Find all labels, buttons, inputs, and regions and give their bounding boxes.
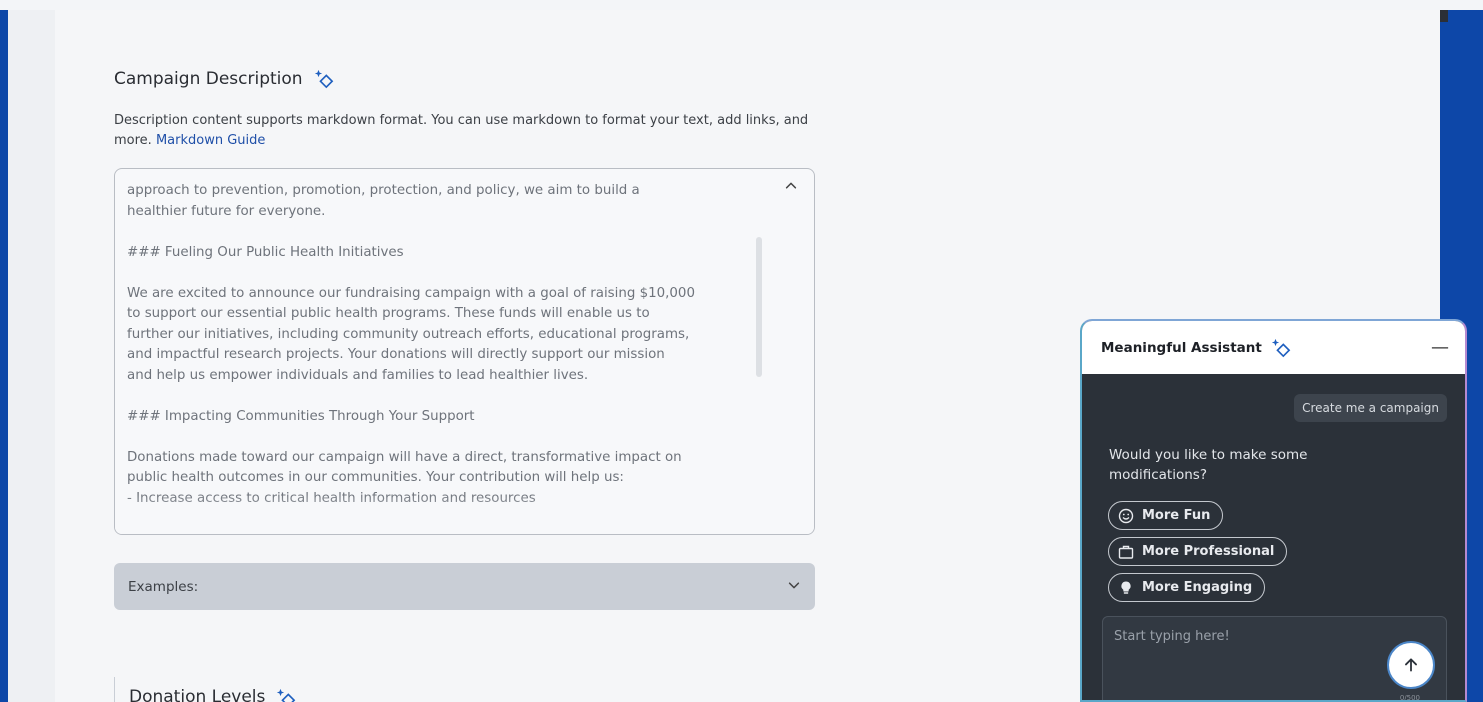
editor-scrollbar[interactable] — [756, 237, 762, 377]
assistant-title: Meaningful Assistant — [1101, 339, 1262, 356]
minimize-button[interactable]: — — [1431, 337, 1449, 358]
description-editor[interactable]: approach to prevention, promotion, prote… — [114, 168, 815, 535]
assistant-input-box[interactable]: 0/500 — [1102, 616, 1447, 702]
ai-sparkle-icon — [1270, 337, 1292, 359]
chevron-down-icon — [787, 578, 801, 596]
character-counter: 0/500 — [1399, 694, 1420, 702]
description-help: Description content supports markdown fo… — [114, 111, 834, 151]
briefcase-icon — [1118, 545, 1134, 559]
campaign-description-heading: Campaign Description — [114, 68, 335, 90]
ai-sparkle-icon[interactable] — [313, 68, 335, 90]
donation-levels-heading: Donation Levels — [114, 677, 414, 702]
chip-label: More Engaging — [1142, 580, 1253, 595]
examples-label: Examples: — [128, 578, 199, 595]
examples-accordion[interactable]: Examples: — [114, 563, 815, 610]
smiley-icon — [1118, 508, 1134, 523]
assistant-header: Meaningful Assistant — — [1082, 321, 1465, 374]
chevron-up-icon[interactable] — [782, 177, 800, 195]
assistant-message: Would you like to make some modification… — [1109, 447, 1308, 483]
donation-title: Donation Levels — [129, 687, 266, 702]
left-brand-band — [0, 10, 8, 702]
top-strip — [0, 0, 1483, 10]
chip-label: More Professional — [1142, 544, 1275, 559]
markdown-guide-link[interactable]: Markdown Guide — [156, 133, 265, 148]
editor-content[interactable]: approach to prevention, promotion, prote… — [127, 181, 759, 509]
chip-label: More Fun — [1142, 508, 1211, 523]
user-message-bubble: Create me a campaign — [1294, 394, 1447, 422]
editor-fade — [115, 494, 814, 534]
more-engaging-button[interactable]: More Engaging — [1108, 573, 1266, 602]
ai-sparkle-icon[interactable] — [275, 687, 297, 702]
assistant-panel: Meaningful Assistant — Create me a campa… — [1080, 319, 1467, 702]
lightbulb-icon — [1121, 580, 1131, 594]
assistant-message-input[interactable] — [1114, 629, 1374, 644]
send-button[interactable] — [1387, 641, 1435, 689]
more-fun-button[interactable]: More Fun — [1108, 501, 1224, 530]
more-professional-button[interactable]: More Professional — [1108, 537, 1288, 566]
arrow-up-icon — [1405, 658, 1417, 672]
section-title-text: Campaign Description — [114, 69, 303, 89]
